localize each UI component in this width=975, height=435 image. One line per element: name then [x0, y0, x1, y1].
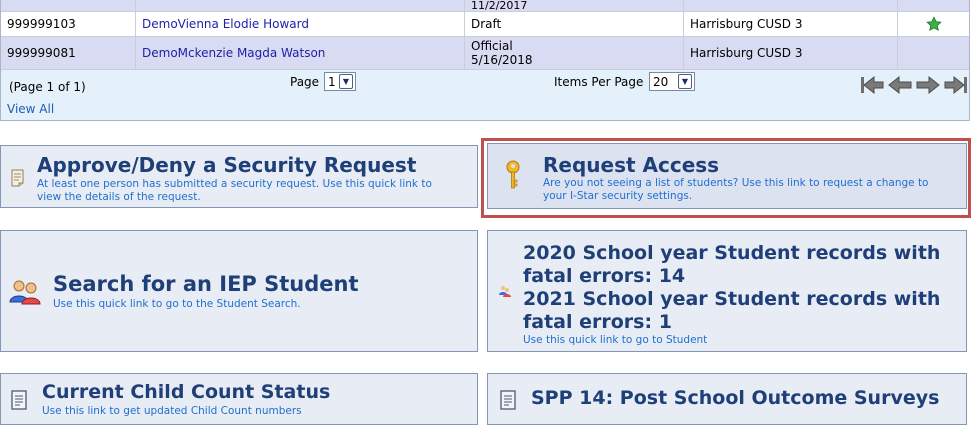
approve-deny-desc-1: At least one person has submitted a secu… — [37, 178, 432, 190]
document-icon — [11, 390, 27, 410]
status-cell: 11/2/2017 — [465, 0, 684, 11]
student-id-cell: 999999103 — [1, 12, 136, 36]
student-name-link[interactable] — [136, 0, 465, 11]
previous-page-icon[interactable] — [887, 73, 913, 97]
status-text: 11/2/2017 — [471, 0, 528, 11]
search-student-desc: Use this quick link to go to the Student… — [53, 298, 301, 310]
fatal-errors-2020-line-2[interactable]: fatal errors: 14 — [523, 264, 685, 288]
student-grid: 11/2/2017 999999103 DemoVienna Elodie Ho… — [0, 0, 970, 121]
status-text: Draft — [471, 17, 502, 31]
search-student-title[interactable]: Search for an IEP Student — [53, 272, 359, 296]
status-cell: Draft — [465, 12, 684, 36]
pager-bar: (Page 1 of 1) View All Page 1 ▼ Items Pe… — [1, 69, 969, 120]
highlight-frame — [481, 138, 971, 218]
approve-deny-title[interactable]: Approve/Deny a Security Request — [37, 153, 416, 177]
student-id-cell: 999999081 — [1, 37, 136, 69]
district-cell: Harrisburg CUSD 3 — [684, 37, 898, 69]
pager-nav — [859, 73, 969, 97]
table-row[interactable]: 999999081 DemoMckenzie Magda Watson Offi… — [1, 36, 969, 69]
spp14-title[interactable]: SPP 14: Post School Outcome Surveys — [531, 387, 939, 409]
status-date: 5/16/2018 — [471, 53, 533, 67]
table-row[interactable]: 999999103 DemoVienna Elodie Howard Draft… — [1, 11, 969, 36]
page-select[interactable]: 1 ▼ — [324, 72, 356, 91]
document-icon — [500, 390, 516, 410]
approve-deny-panel[interactable]: Approve/Deny a Security Request At least… — [0, 145, 478, 208]
status-text: Official — [471, 39, 513, 53]
next-page-icon[interactable] — [915, 73, 941, 97]
people-icon — [499, 286, 511, 297]
star-icon[interactable] — [925, 16, 942, 32]
items-per-page-label: Items Per Page — [554, 75, 644, 89]
district-cell — [684, 0, 898, 11]
chevron-down-icon: ▼ — [678, 74, 692, 89]
fatal-errors-desc: Use this quick link to go to Student — [523, 334, 708, 346]
note-icon — [11, 169, 24, 187]
page-label: Page — [290, 75, 320, 89]
table-row[interactable]: 11/2/2017 — [1, 0, 969, 11]
chevron-down-icon: ▼ — [339, 74, 353, 89]
fatal-errors-2021-line-2[interactable]: fatal errors: 1 — [523, 310, 672, 334]
items-per-page-select[interactable]: 20 ▼ — [649, 72, 695, 91]
fatal-errors-panel[interactable]: 2020 School year Student records with fa… — [487, 230, 967, 352]
student-name-link[interactable]: DemoVienna Elodie Howard — [136, 12, 465, 36]
student-name-link[interactable]: DemoMckenzie Magda Watson — [136, 37, 465, 69]
favorite-cell — [898, 0, 969, 11]
favorite-cell — [898, 37, 969, 69]
items-per-page-value: 20 — [653, 74, 669, 89]
search-student-panel[interactable]: Search for an IEP Student Use this quick… — [0, 230, 478, 352]
approve-deny-desc-2: view the details of the request. — [37, 191, 201, 203]
child-count-title[interactable]: Current Child Count Status — [42, 381, 330, 403]
fatal-errors-2021-line-1[interactable]: 2021 School year Student records with — [523, 287, 940, 311]
page-info: (Page 1 of 1) — [9, 80, 86, 94]
spp14-panel[interactable]: SPP 14: Post School Outcome Surveys — [487, 373, 967, 425]
student-id-cell — [1, 0, 136, 11]
fatal-errors-2020-line-1[interactable]: 2020 School year Student records with — [523, 241, 940, 265]
last-page-icon[interactable] — [943, 73, 969, 97]
view-all-link[interactable]: View All — [7, 102, 54, 116]
district-cell: Harrisburg CUSD 3 — [684, 12, 898, 36]
favorite-cell[interactable] — [898, 12, 969, 36]
child-count-desc: Use this link to get updated Child Count… — [42, 405, 302, 417]
status-cell: Official 5/16/2018 — [465, 37, 684, 69]
people-icon — [9, 280, 41, 305]
first-page-icon[interactable] — [859, 73, 885, 97]
page-select-value: 1 — [328, 74, 336, 89]
child-count-panel[interactable]: Current Child Count Status Use this link… — [0, 373, 478, 425]
